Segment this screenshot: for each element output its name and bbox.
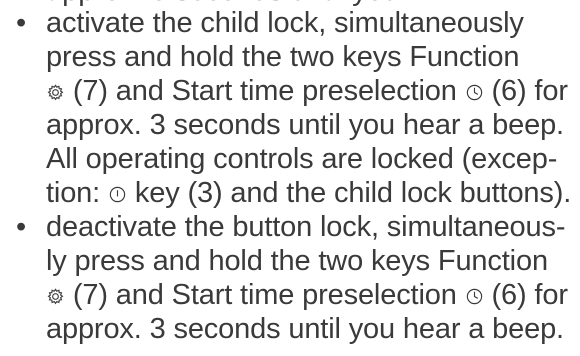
text-line: deactivate the button lock, simultaneous…: [46, 211, 566, 243]
clock-icon: [465, 287, 484, 306]
list-item-text: deactivate the button lock, simultaneous…: [46, 210, 580, 346]
text-line: approx. 3 seconds until you hear a beep.: [46, 109, 564, 141]
gear-icon: [46, 83, 65, 102]
text-line: All operating controls are locked (excep…: [46, 143, 558, 175]
bullet: •: [16, 211, 27, 243]
text-line: approx. 3 seconds until you hear a beep.: [46, 313, 564, 345]
text-line: (7) and Start time preselection (6) for: [46, 74, 580, 108]
text-line: (7) and Start time preselection (6) for: [46, 278, 580, 312]
text-line: press and hold the two keys Function: [46, 41, 520, 73]
text-line: activate the child lock, simultaneously: [46, 7, 524, 39]
gear-icon: [46, 287, 65, 306]
text-line: tion: key (3) and the child lock buttons…: [46, 177, 572, 209]
list-item-text: activate the child lock, simultaneously …: [46, 6, 580, 210]
clock-icon: [465, 83, 484, 102]
text-line: ly press and hold the two keys Function: [46, 245, 548, 277]
manual-page: approx. 3 seconds until you • activate t…: [0, 0, 580, 356]
power-icon: [108, 185, 127, 204]
bullet: •: [16, 7, 27, 39]
